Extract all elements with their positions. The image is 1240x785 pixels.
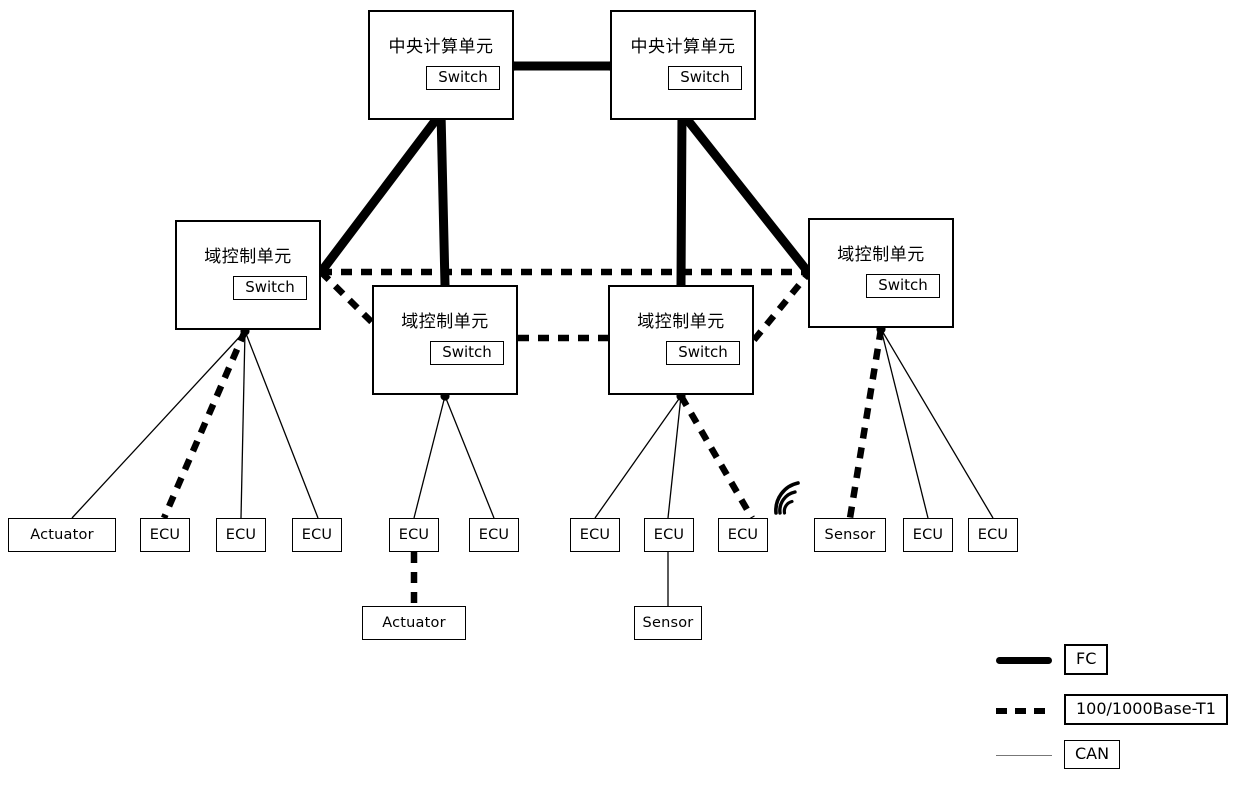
leaf-label: ECU [912,527,944,543]
leaf-node-l_ecu8[interactable]: ECU [718,518,768,552]
leaf-label: ECU [149,527,181,543]
leaf-label: ECU [977,527,1009,543]
switch-container: Switch [374,340,516,365]
leaf-node-l_sen1[interactable]: Sensor [634,606,702,640]
node-label: 域控制单元 [401,312,489,333]
leaf-node-l_act1[interactable]: Actuator [8,518,116,552]
leaf-label: ECU [225,527,257,543]
node-ccu1[interactable]: 中央计算单元 Switch [368,10,514,120]
edge-can-dcu2-l_ecu4 [413,395,446,519]
legend-label-can: CAN [1064,740,1121,770]
node-dcu1[interactable]: 域控制单元 Switch [175,220,321,330]
edge-can-dcu3-l_ecu6 [594,395,682,519]
leaf-label: ECU [653,527,685,543]
node-dcu3[interactable]: 域控制单元 Switch [608,285,754,395]
leaf-label: ECU [579,527,611,543]
edge-fc-ccu2-dcu4 [677,108,813,277]
switch-container: Switch [177,275,319,300]
edge-fc-ccu1-dcu1 [316,108,446,277]
leaf-node-l_ecu10[interactable]: ECU [968,518,1018,552]
leaf-label: Actuator [30,527,94,543]
edge-can-dcu4-l_ecu10 [880,328,994,519]
switch-box[interactable]: Switch [666,340,740,365]
node-label: 域控制单元 [637,312,725,333]
leaf-node-l_ecu3[interactable]: ECU [292,518,342,552]
legend-item-fc: FC [996,644,1109,676]
diagram-canvas: 中央计算单元 Switch 中央计算单元 Switch 域控制单元 Switch 域控制单元… [0,0,1240,785]
edge-can-dcu3-l_ecu7 [667,395,682,519]
edge-can-dcu1-l_act1 [71,330,246,519]
legend-label-fc: FC [1064,644,1109,676]
edge-fc-ccu1-dcu2 [436,108,450,290]
switch-box[interactable]: Switch [426,65,500,90]
leaf-label: Sensor [642,615,694,631]
leaf-label: ECU [478,527,510,543]
switch-container: Switch [810,273,952,298]
edge-eth-dcu1-l_ecu1 [161,329,248,520]
leaf-node-l_ecu4[interactable]: ECU [389,518,439,552]
node-label: 域控制单元 [204,247,292,268]
legend-line-sample-eth [996,703,1052,717]
edge-can-dcu2-l_ecu5 [444,395,495,519]
switch-box[interactable]: Switch [866,273,940,298]
leaf-label: ECU [398,527,430,543]
node-ccu2[interactable]: 中央计算单元 Switch [610,10,756,120]
leaf-label: ECU [301,527,333,543]
leaf-node-l_ecu9[interactable]: ECU [903,518,953,552]
switch-container: Switch [370,65,512,90]
legend-item-eth: 100/1000Base-T1 [996,694,1228,726]
leaf-node-l_act2[interactable]: Actuator [362,606,466,640]
edge-fc-ccu2-dcu3 [676,108,687,290]
node-label: 中央计算单元 [630,37,736,58]
leaf-node-l_ecu1[interactable]: ECU [140,518,190,552]
legend-line-sample-can [996,748,1052,762]
legend-item-can: CAN [996,740,1121,770]
node-label: 中央计算单元 [388,37,494,58]
legend-line-sample-fc [996,653,1052,667]
node-dcu2[interactable]: 域控制单元 Switch [372,285,518,395]
switch-container: Switch [610,340,752,365]
switch-container: Switch [612,65,754,90]
leaf-node-l_ecu2[interactable]: ECU [216,518,266,552]
switch-box[interactable]: Switch [668,65,742,90]
edge-eth-dcu3-l_ecu8 [678,394,755,520]
edge-can-dcu4-l_ecu9 [880,328,929,519]
switch-box[interactable]: Switch [430,340,504,365]
wireless-signal-icon [774,481,800,515]
node-dcu4[interactable]: 域控制单元 Switch [808,218,954,328]
legend-label-eth: 100/1000Base-T1 [1064,694,1228,726]
leaf-label: ECU [727,527,759,543]
leaf-node-l_ecu7[interactable]: ECU [644,518,694,552]
switch-box[interactable]: Switch [233,275,307,300]
legend-line-can [996,754,1052,756]
edge-can-dcu1-l_ecu2 [240,330,246,519]
edge-can-dcu1-l_ecu3 [244,330,319,519]
node-label: 域控制单元 [837,245,925,266]
edge-eth-dcu3-dcu4 [751,271,811,343]
leaf-node-l_ecu5[interactable]: ECU [469,518,519,552]
leaf-node-l_sen2[interactable]: Sensor [814,518,886,552]
legend-line-eth [996,707,1052,714]
edge-eth-dcu4-l_sen2 [846,328,885,519]
leaf-node-l_ecu6[interactable]: ECU [570,518,620,552]
legend-line-fc [996,656,1052,664]
leaf-label: Sensor [824,527,876,543]
leaf-label: Actuator [382,615,446,631]
